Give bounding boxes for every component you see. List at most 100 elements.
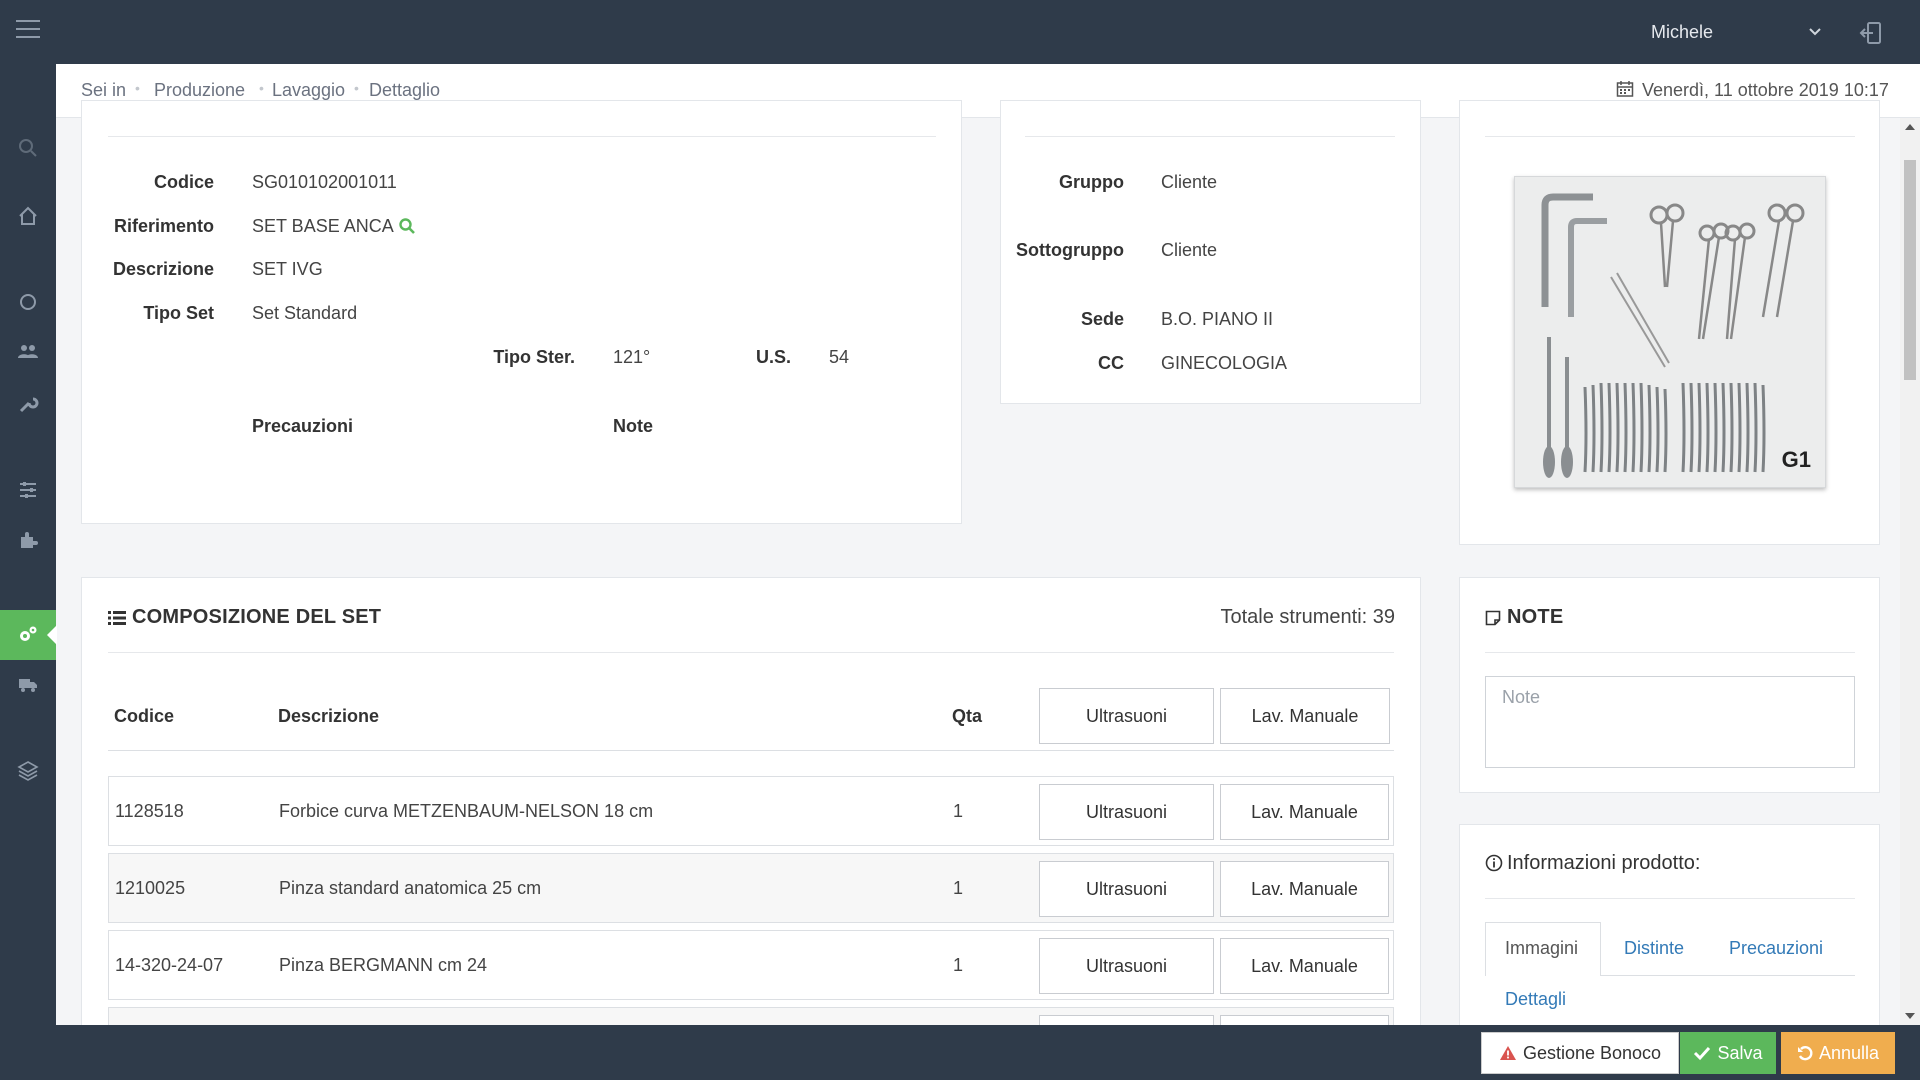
descrizione-label: Descrizione bbox=[112, 259, 214, 279]
composition-title: COMPOSIZIONE DEL SET bbox=[108, 606, 381, 629]
current-datetime: Venerdì, 11 ottobre 2019 10:17 bbox=[1642, 80, 1889, 100]
column-header-descrizione: Descrizione bbox=[278, 706, 380, 726]
logout-icon[interactable] bbox=[1858, 20, 1884, 46]
precauzioni-label: Precauzioni bbox=[252, 416, 354, 436]
lav-manuale-button[interactable]: Lav. Manuale bbox=[1220, 938, 1389, 994]
notes-textarea[interactable]: Note bbox=[1485, 676, 1855, 768]
ultrasuoni-all-button[interactable]: Ultrasuoni bbox=[1039, 688, 1214, 744]
search-icon[interactable] bbox=[14, 134, 42, 162]
column-header-qta: Qta bbox=[952, 706, 983, 726]
puzzle-icon[interactable] bbox=[14, 526, 42, 554]
tab-dettagli[interactable]: Dettagli bbox=[1505, 989, 1566, 1010]
tipo-ster-label: Tipo Ster. bbox=[493, 347, 575, 367]
cancel-label: Annulla bbox=[1818, 1042, 1880, 1063]
column-header-codice: Codice bbox=[114, 706, 175, 726]
lav-manuale-button[interactable]: Lav. Manuale bbox=[1220, 784, 1389, 840]
breadcrumb-prefix: Sei in bbox=[81, 80, 127, 100]
gestione-bonoco-button[interactable]: Gestione Bonoco bbox=[1481, 1032, 1679, 1074]
row-codice: 1128518 bbox=[115, 801, 184, 821]
tipo-ster-value: 121° bbox=[613, 347, 651, 367]
cancel-button[interactable]: Annulla bbox=[1781, 1032, 1895, 1074]
gears-icon[interactable] bbox=[14, 621, 42, 649]
breadcrumb-separator: • bbox=[354, 80, 359, 96]
tipo-set-label: Tipo Set bbox=[143, 303, 214, 323]
search-icon[interactable] bbox=[398, 217, 416, 235]
table-row-partial[interactable] bbox=[108, 1007, 1394, 1026]
row-qta: 1 bbox=[953, 955, 964, 975]
circle-icon[interactable] bbox=[14, 288, 42, 316]
scroll-up-arrow[interactable] bbox=[1905, 124, 1915, 130]
divider bbox=[108, 136, 936, 137]
truck-icon[interactable] bbox=[14, 670, 42, 698]
save-button[interactable]: Salva bbox=[1680, 1032, 1776, 1074]
tab-precauzioni[interactable]: Precauzioni bbox=[1729, 938, 1823, 959]
table-row[interactable]: 1128518 Forbice curva METZENBAUM-NELSON … bbox=[108, 776, 1394, 846]
top-bar: Michele bbox=[0, 0, 1920, 64]
image-label: G1 bbox=[1781, 447, 1811, 472]
menu-icon[interactable] bbox=[16, 20, 40, 40]
tipo-set-value: Set Standard bbox=[252, 303, 358, 323]
us-label: U.S. bbox=[755, 347, 791, 367]
sticky-note-icon bbox=[1485, 610, 1501, 626]
notes-title-text: NOTE bbox=[1507, 606, 1564, 628]
descrizione-value: SET IVG bbox=[252, 259, 323, 279]
breadcrumb-item-lavaggio[interactable]: Lavaggio bbox=[272, 80, 345, 101]
divider bbox=[1485, 136, 1855, 137]
divider bbox=[108, 652, 1394, 653]
scrollbar[interactable] bbox=[1900, 118, 1920, 1025]
users-icon[interactable] bbox=[14, 338, 42, 366]
row-qta: 1 bbox=[953, 801, 964, 821]
sottogruppo-label: Sottogruppo bbox=[1016, 240, 1124, 260]
gruppo-value: Cliente bbox=[1161, 172, 1218, 192]
breadcrumb-item-produzione[interactable]: Produzione bbox=[154, 80, 245, 101]
riferimento-group: SET BASE ANCA bbox=[252, 216, 416, 237]
divider bbox=[1485, 652, 1855, 653]
cc-label: CC bbox=[1098, 353, 1124, 373]
ultrasuoni-button[interactable]: Ultrasuoni bbox=[1039, 938, 1214, 994]
wrench-icon[interactable] bbox=[14, 390, 42, 418]
scroll-thumb[interactable] bbox=[1904, 160, 1916, 380]
scroll-down-arrow[interactable] bbox=[1905, 1013, 1915, 1019]
notes-title: NOTE bbox=[1485, 606, 1563, 629]
tab-immagini[interactable]: Immagini bbox=[1505, 938, 1578, 959]
tab-distinte[interactable]: Distinte bbox=[1624, 938, 1684, 959]
divider bbox=[108, 750, 1394, 751]
note-label: Note bbox=[613, 416, 653, 436]
divider bbox=[1025, 136, 1395, 137]
ultrasuoni-button[interactable]: Ultrasuoni bbox=[1039, 784, 1214, 840]
lav-manuale-all-button[interactable]: Lav. Manuale bbox=[1220, 688, 1390, 744]
row-codice: 14-320-24-07 bbox=[115, 955, 224, 975]
us-value: 54 bbox=[829, 347, 850, 367]
breadcrumb-separator: • bbox=[135, 80, 140, 96]
codice-label: Codice bbox=[153, 172, 214, 192]
list-icon bbox=[108, 611, 126, 625]
sottogruppo-value: Cliente bbox=[1161, 240, 1218, 260]
table-row[interactable]: 14-320-24-07 Pinza BERGMANN cm 24 1 Ultr… bbox=[108, 930, 1394, 1000]
home-icon[interactable] bbox=[14, 202, 42, 230]
row-descrizione: Pinza standard anatomica 25 cm bbox=[279, 878, 542, 898]
riferimento-value: SET BASE ANCA bbox=[252, 216, 394, 236]
total-instruments: Totale strumenti: 39 bbox=[1220, 606, 1395, 628]
composition-title-text: COMPOSIZIONE DEL SET bbox=[132, 606, 382, 628]
ultrasuoni-button[interactable]: Ultrasuoni bbox=[1039, 861, 1214, 917]
layers-icon[interactable] bbox=[14, 756, 42, 784]
table-row[interactable]: 1210025 Pinza standard anatomica 25 cm 1… bbox=[108, 853, 1394, 923]
sidebar bbox=[0, 64, 57, 1025]
lav-manuale-button[interactable]: Lav. Manuale bbox=[1220, 861, 1389, 917]
breadcrumb-item-dettaglio: Dettaglio bbox=[369, 80, 441, 100]
chevron-down-icon[interactable] bbox=[1808, 24, 1822, 38]
row-descrizione: Pinza BERGMANN cm 24 bbox=[279, 955, 488, 975]
sliders-icon[interactable] bbox=[14, 476, 42, 504]
row-descrizione: Forbice curva METZENBAUM-NELSON 18 cm bbox=[279, 801, 654, 821]
sede-label: Sede bbox=[1080, 309, 1124, 329]
user-name[interactable]: Michele bbox=[1651, 22, 1713, 43]
surgical-instruments-illustration bbox=[1541, 193, 1805, 478]
warning-icon bbox=[1499, 1046, 1516, 1060]
instrument-set-image[interactable]: G1 bbox=[1514, 176, 1826, 488]
product-info-title-text: Informazioni prodotto: bbox=[1507, 852, 1701, 874]
cc-value: GINECOLOGIA bbox=[1161, 353, 1288, 373]
row-qta: 1 bbox=[953, 878, 964, 898]
undo-icon bbox=[1797, 1046, 1813, 1061]
gestione-bonoco-label: Gestione Bonoco bbox=[1522, 1042, 1662, 1063]
riferimento-label: Riferimento bbox=[113, 216, 214, 236]
